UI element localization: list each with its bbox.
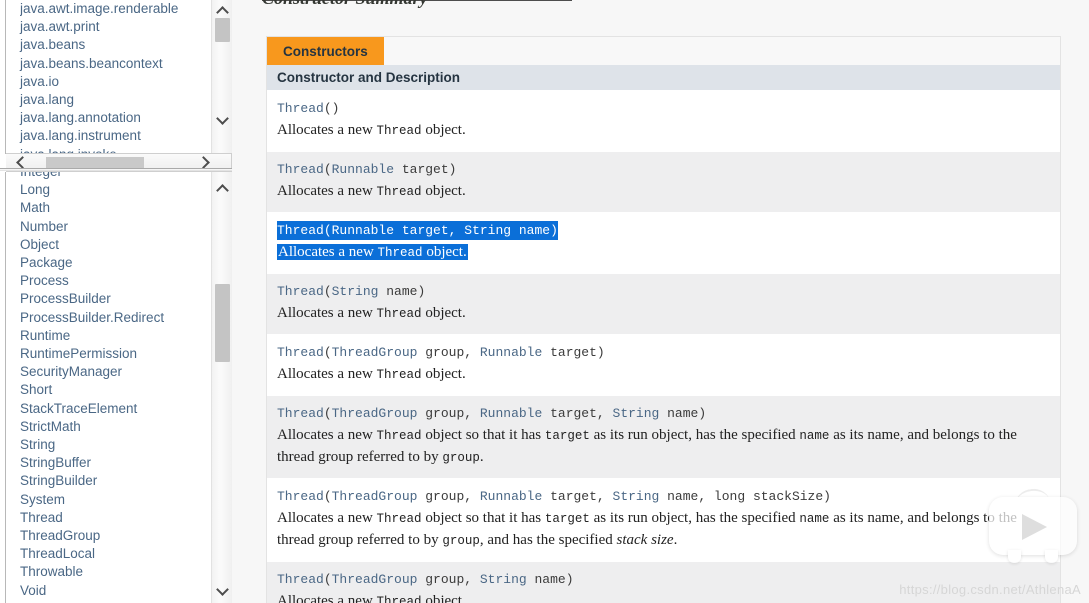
class-item[interactable]: StringBuilder (20, 472, 211, 490)
package-list-viewport: java.awt.image.renderable java.awt.print j… (6, 0, 211, 154)
class-item[interactable]: ThreadGroup (20, 527, 211, 545)
scrollbar-thumb[interactable] (215, 284, 230, 362)
constructor-description: Allocates a new Thread object. (277, 122, 466, 138)
table-row[interactable]: Thread() Allocates a new Thread object. (267, 90, 1060, 151)
table-row[interactable]: Thread(Runnable target, String name) Allo… (267, 212, 1060, 273)
constructor-description: Allocates a new Thread object. (277, 305, 466, 321)
class-item[interactable]: ProcessBuilder.Redirect (20, 309, 211, 327)
package-item[interactable]: java.lang (20, 91, 211, 109)
constructor-description: Allocates a new Thread object so that it… (277, 427, 1017, 465)
package-list-scrollbar[interactable] (211, 0, 232, 154)
class-item[interactable]: Throwable (20, 563, 211, 581)
scrollbar-thumb[interactable] (215, 18, 230, 42)
class-item[interactable]: StringBuffer (20, 454, 211, 472)
constructor-signature[interactable]: Thread(ThreadGroup group, String name) (277, 570, 574, 589)
class-item[interactable]: Package (20, 254, 211, 272)
class-item[interactable]: Void (20, 582, 211, 600)
table-row[interactable]: Thread(String name) Allocates a new Threa… (267, 273, 1060, 334)
package-item[interactable]: java.lang.instrument (20, 127, 211, 145)
section-title-container: Constructor Summary (262, 0, 428, 8)
chevron-up-icon[interactable] (212, 178, 232, 199)
constructor-signature[interactable]: Thread(String name) (277, 282, 425, 301)
tab-constructors[interactable]: Constructors (267, 37, 384, 65)
watermark: https://blog.csdn.net/AthlenaA (899, 582, 1081, 597)
class-list-scrollbar[interactable] (211, 172, 232, 603)
package-list-frame[interactable]: java.awt.image.renderable java.awt.print j… (5, 0, 232, 154)
table-row[interactable]: Thread(ThreadGroup group, Runnable targe… (267, 334, 1060, 395)
class-item[interactable]: Short (20, 381, 211, 399)
class-item[interactable]: StrictMath (20, 418, 211, 436)
class-item[interactable]: RuntimePermission (20, 345, 211, 363)
column-header-constructor-and-description: Constructor and Description (267, 65, 1060, 90)
class-item[interactable]: SecurityManager (20, 363, 211, 381)
constructor-signature[interactable]: Thread(ThreadGroup group, Runnable targe… (277, 487, 831, 506)
chevron-down-icon[interactable] (212, 109, 232, 130)
class-item[interactable]: Process (20, 272, 211, 290)
table-row[interactable]: Thread(Runnable target) Allocates a new T… (267, 151, 1060, 212)
class-item[interactable]: Thread (20, 509, 211, 527)
chevron-down-icon[interactable] (212, 580, 232, 601)
constructor-description: Allocates a new Thread object. (277, 366, 466, 382)
constructor-signature[interactable]: Thread(ThreadGroup group, Runnable targe… (277, 404, 706, 423)
video-play-icon[interactable] (989, 487, 1077, 567)
class-item[interactable]: ThreadLocal (20, 545, 211, 563)
table-row[interactable]: Thread(ThreadGroup group, Runnable targe… (267, 478, 1060, 561)
constructor-summary-table: Constructors Constructor and Description… (266, 36, 1061, 603)
constructor-description: Allocates a new Thread object. (277, 593, 466, 603)
package-item[interactable]: java.awt.print (20, 18, 211, 36)
package-item[interactable]: java.beans (20, 36, 211, 54)
class-item[interactable]: Object (20, 236, 211, 254)
video-leg-left (1008, 550, 1021, 563)
package-list: java.awt.image.renderable java.awt.print j… (6, 0, 211, 154)
class-list: IntegerLongMathNumberObjectPackageProces… (6, 172, 211, 600)
table-tab-strip: Constructors (267, 37, 1060, 65)
package-item[interactable]: java.io (20, 73, 211, 91)
frame-divider[interactable] (0, 168, 232, 171)
class-item[interactable]: String (20, 436, 211, 454)
constructor-signature[interactable]: Thread() (277, 99, 339, 118)
play-triangle-icon (1022, 514, 1047, 540)
package-item[interactable]: java.awt.image.renderable (20, 0, 211, 18)
class-list-frame[interactable]: IntegerLongMathNumberObjectPackageProces… (5, 172, 232, 603)
video-leg-right (1045, 550, 1058, 563)
class-item[interactable]: ProcessBuilder (20, 290, 211, 308)
table-row[interactable]: Thread(ThreadGroup group, Runnable targe… (267, 395, 1060, 478)
class-item[interactable]: Long (20, 181, 211, 199)
class-item[interactable]: System (20, 491, 211, 509)
package-item[interactable]: java.lang.annotation (20, 109, 211, 127)
javadoc-page: java.awt.image.renderable java.awt.print j… (0, 0, 1089, 603)
class-item[interactable]: Math (20, 199, 211, 217)
navigation-pane: java.awt.image.renderable java.awt.print j… (0, 0, 232, 603)
class-list-viewport: IntegerLongMathNumberObjectPackageProces… (6, 172, 211, 603)
constructor-description: Allocates a new Thread object. (277, 183, 466, 199)
constructor-description: Allocates a new Thread object. (277, 244, 468, 260)
constructor-signature[interactable]: Thread(Runnable target) (277, 160, 456, 179)
class-item[interactable]: Integer (20, 172, 211, 181)
class-item[interactable]: Runtime (20, 327, 211, 345)
main-content: Constructor Summary Constructors Constru… (240, 0, 1089, 603)
section-title: Constructor Summary (262, 0, 428, 9)
package-item[interactable]: java.beans.beancontext (20, 55, 211, 73)
table-body: Thread() Allocates a new Thread object. Th… (267, 90, 1060, 603)
class-item[interactable]: Number (20, 218, 211, 236)
constructor-signature[interactable]: Thread(Runnable target, String name) (277, 221, 558, 240)
constructor-description: Allocates a new Thread object so that it… (277, 510, 1017, 548)
constructor-signature[interactable]: Thread(ThreadGroup group, Runnable targe… (277, 343, 605, 362)
class-item[interactable]: StackTraceElement (20, 400, 211, 418)
